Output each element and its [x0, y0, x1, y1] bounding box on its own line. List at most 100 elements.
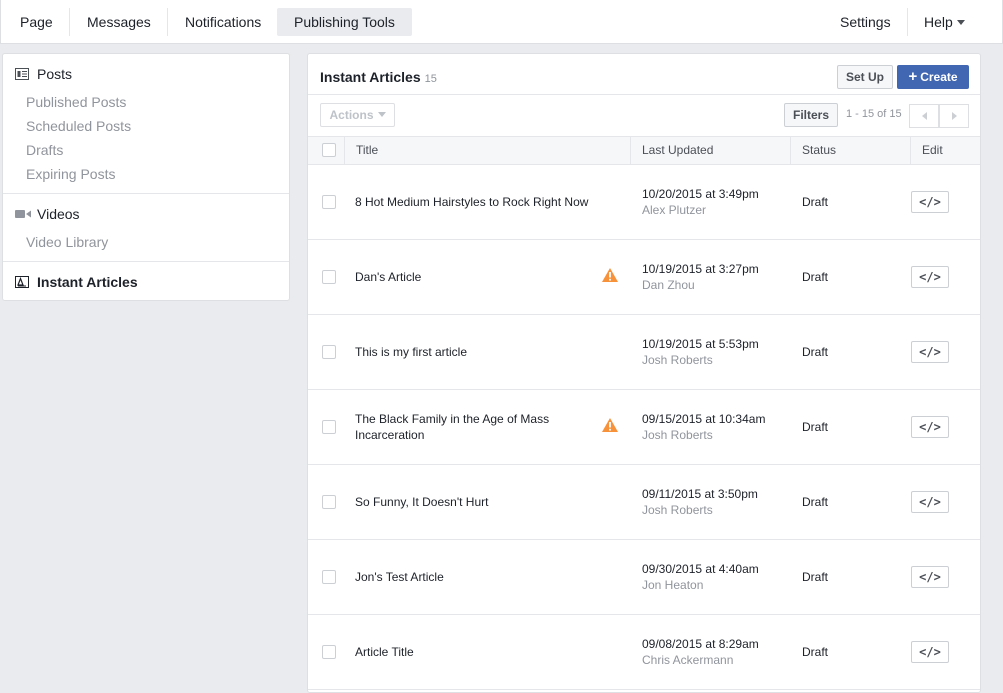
author-name[interactable]: Josh Roberts — [642, 353, 713, 367]
instant-articles-icon — [15, 275, 29, 288]
table-row[interactable]: This is my first article 10/19/2015 at 5… — [308, 315, 980, 390]
sidebar-header-instant-articles[interactable]: Instant Articles — [15, 274, 138, 290]
row-checkbox[interactable] — [322, 570, 336, 584]
create-button[interactable]: + Create — [897, 65, 969, 89]
prev-page-button[interactable] — [909, 104, 939, 128]
edit-source-button[interactable]: </> — [911, 491, 949, 513]
filters-button[interactable]: Filters — [784, 103, 838, 127]
instant-articles-panel: Instant Articles 15 Set Up + Create Action… — [307, 53, 981, 693]
article-title[interactable]: 8 Hot Medium Hairstyles to Rock Right No… — [355, 194, 595, 210]
status-text: Draft — [802, 345, 829, 359]
status-text: Draft — [802, 645, 829, 659]
author-name[interactable]: Josh Roberts — [642, 428, 713, 442]
article-title[interactable]: The Black Family in the Age of Mass Inca… — [355, 411, 595, 443]
article-title[interactable]: Jon's Test Article — [355, 569, 595, 585]
tab-messages[interactable]: Messages — [70, 8, 168, 36]
help-menu[interactable]: Help — [907, 8, 982, 36]
row-checkbox[interactable] — [322, 195, 336, 209]
panel-title-text: Instant Articles — [320, 69, 421, 85]
setup-button[interactable]: Set Up — [837, 65, 893, 89]
sidebar: Posts Published Posts Scheduled Posts Dr… — [2, 53, 290, 301]
author-name[interactable]: Josh Roberts — [642, 503, 713, 517]
author-name[interactable]: Jon Heaton — [642, 578, 703, 592]
tab-publishing-tools[interactable]: Publishing Tools — [277, 8, 412, 36]
chevron-down-icon — [377, 112, 386, 117]
edit-source-button[interactable]: </> — [911, 566, 949, 588]
divider — [3, 193, 289, 194]
table-row[interactable]: Article Title 09/08/2015 at 8:29am Chris… — [308, 615, 980, 690]
article-title[interactable]: So Funny, It Doesn't Hurt — [355, 494, 595, 510]
column-last-updated[interactable]: Last Updated — [630, 136, 713, 164]
table-row[interactable]: Jon's Test Article 09/30/2015 at 4:40am … — [308, 540, 980, 615]
warning-icon — [601, 267, 619, 283]
column-title[interactable]: Title — [344, 136, 378, 164]
table-row[interactable]: The Black Family in the Age of Mass Inca… — [308, 390, 980, 465]
edit-source-button[interactable]: </> — [911, 416, 949, 438]
article-title[interactable]: Article Title — [355, 644, 595, 660]
author-name[interactable]: Chris Ackermann — [642, 653, 733, 667]
divider — [3, 261, 289, 262]
sidebar-header-label: Videos — [37, 206, 80, 222]
select-all-checkbox[interactable] — [322, 143, 336, 157]
table-row[interactable]: 8 Hot Medium Hairstyles to Rock Right No… — [308, 165, 980, 240]
status-text: Draft — [802, 270, 829, 284]
last-updated-date: 10/19/2015 at 3:27pm — [642, 262, 759, 276]
edit-source-button[interactable]: </> — [911, 191, 949, 213]
status-text: Draft — [802, 570, 829, 584]
sidebar-header-label: Posts — [37, 66, 73, 82]
last-updated-date: 09/11/2015 at 3:50pm — [642, 487, 758, 501]
author-name[interactable]: Alex Plutzer — [642, 203, 706, 217]
divider — [308, 94, 980, 95]
last-updated-date: 09/15/2015 at 10:34am — [642, 412, 766, 426]
table-header: Title Last Updated Status Edit — [308, 136, 980, 164]
edit-source-button[interactable]: </> — [911, 641, 949, 663]
status-text: Draft — [802, 420, 829, 434]
sidebar-item-published-posts[interactable]: Published Posts — [26, 94, 126, 110]
help-label: Help — [924, 14, 953, 30]
page-title: Instant Articles 15 — [320, 69, 437, 85]
table-row[interactable]: Dan's Article 10/19/2015 at 3:27pm Dan Z… — [308, 240, 980, 315]
sidebar-item-scheduled-posts[interactable]: Scheduled Posts — [26, 118, 131, 134]
tab-page[interactable]: Page — [3, 8, 70, 36]
article-count: 15 — [424, 73, 437, 85]
pagination-range: 1 - 15 of 15 — [846, 108, 902, 120]
table-row[interactable]: So Funny, It Doesn't Hurt 09/11/2015 at … — [308, 465, 980, 540]
article-title[interactable]: This is my first article — [355, 344, 595, 360]
actions-label: Actions — [329, 108, 374, 122]
edit-source-button[interactable]: </> — [911, 266, 949, 288]
next-page-button[interactable] — [939, 104, 969, 128]
posts-icon — [15, 67, 29, 80]
row-checkbox[interactable] — [322, 270, 336, 284]
create-label: Create — [920, 70, 958, 84]
actions-dropdown[interactable]: Actions — [320, 103, 395, 127]
tab-notifications[interactable]: Notifications — [168, 8, 278, 36]
article-title[interactable]: Dan's Article — [355, 269, 595, 285]
row-checkbox[interactable] — [322, 645, 336, 659]
column-edit: Edit — [922, 143, 943, 157]
plus-icon: + — [908, 68, 918, 85]
sidebar-header-label: Instant Articles — [37, 274, 138, 290]
last-updated-date: 09/30/2015 at 4:40am — [642, 562, 759, 576]
sidebar-header-videos[interactable]: Videos — [15, 206, 80, 222]
sidebar-item-expiring-posts[interactable]: Expiring Posts — [26, 166, 115, 182]
status-text: Draft — [802, 495, 829, 509]
settings-link[interactable]: Settings — [823, 8, 908, 36]
sidebar-item-video-library[interactable]: Video Library — [26, 234, 108, 250]
status-text: Draft — [802, 195, 829, 209]
row-checkbox[interactable] — [322, 345, 336, 359]
chevron-left-icon — [922, 112, 927, 120]
last-updated-date: 10/20/2015 at 3:49pm — [642, 187, 759, 201]
warning-icon — [601, 417, 619, 433]
row-checkbox[interactable] — [322, 495, 336, 509]
column-status[interactable]: Status — [790, 136, 836, 164]
divider — [308, 136, 980, 137]
last-updated-date: 09/08/2015 at 8:29am — [642, 637, 759, 651]
author-name[interactable]: Dan Zhou — [642, 278, 695, 292]
top-nav: Page Messages Notifications Publishing T… — [0, 0, 1003, 44]
edit-source-button[interactable]: </> — [911, 341, 949, 363]
chevron-down-icon — [956, 20, 965, 25]
sidebar-header-posts[interactable]: Posts — [15, 66, 72, 82]
row-checkbox[interactable] — [322, 420, 336, 434]
sidebar-item-drafts[interactable]: Drafts — [26, 142, 63, 158]
chevron-right-icon — [952, 112, 957, 120]
